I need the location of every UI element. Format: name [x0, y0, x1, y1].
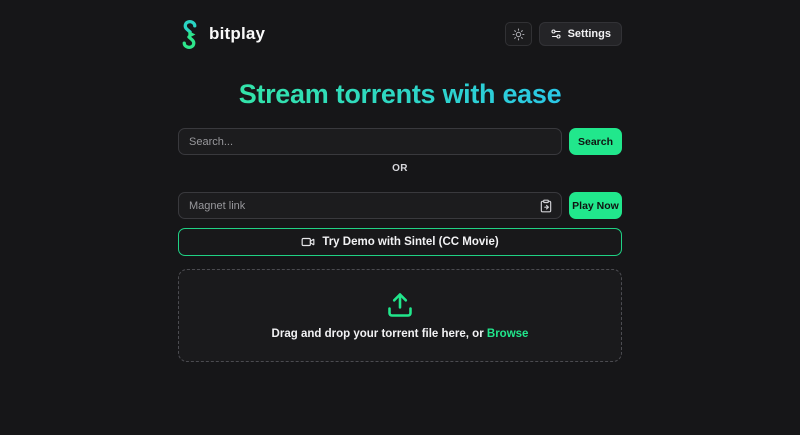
- settings-label: Settings: [568, 28, 611, 40]
- magnet-link-input[interactable]: [178, 192, 562, 219]
- dropzone-text: Drag and drop your torrent file here, or…: [272, 328, 529, 340]
- brand-logo[interactable]: bitplay: [178, 19, 265, 50]
- magnet-input-wrap: [178, 192, 562, 219]
- theme-toggle-button[interactable]: [505, 22, 532, 46]
- sun-icon: [512, 28, 525, 41]
- bitplay-logo-icon: [178, 19, 201, 50]
- clipboard-paste-icon: [539, 199, 553, 213]
- header-actions: Settings: [505, 22, 622, 46]
- search-button[interactable]: Search: [569, 128, 622, 155]
- main-container: bitplay Settings: [178, 0, 622, 362]
- header: bitplay Settings: [178, 0, 622, 50]
- search-input[interactable]: [178, 128, 562, 155]
- or-divider: OR: [178, 163, 622, 174]
- brand-name: bitplay: [209, 24, 265, 44]
- try-demo-button[interactable]: Try Demo with Sintel (CC Movie): [178, 228, 622, 256]
- magnet-row: Play Now: [178, 192, 622, 219]
- upload-icon: [386, 291, 414, 319]
- page-title: Stream torrents with ease: [178, 79, 622, 110]
- browse-link[interactable]: Browse: [487, 328, 529, 340]
- dropzone-instruction: Drag and drop your torrent file here, or: [272, 328, 487, 340]
- search-row: Search: [178, 128, 622, 155]
- paste-from-clipboard-button[interactable]: [538, 198, 554, 214]
- settings-button[interactable]: Settings: [539, 22, 622, 46]
- sliders-icon: [550, 28, 562, 40]
- torrent-dropzone[interactable]: Drag and drop your torrent file here, or…: [178, 269, 622, 362]
- video-camera-icon: [301, 235, 315, 249]
- try-demo-label: Try Demo with Sintel (CC Movie): [322, 236, 498, 248]
- play-now-button[interactable]: Play Now: [569, 192, 622, 219]
